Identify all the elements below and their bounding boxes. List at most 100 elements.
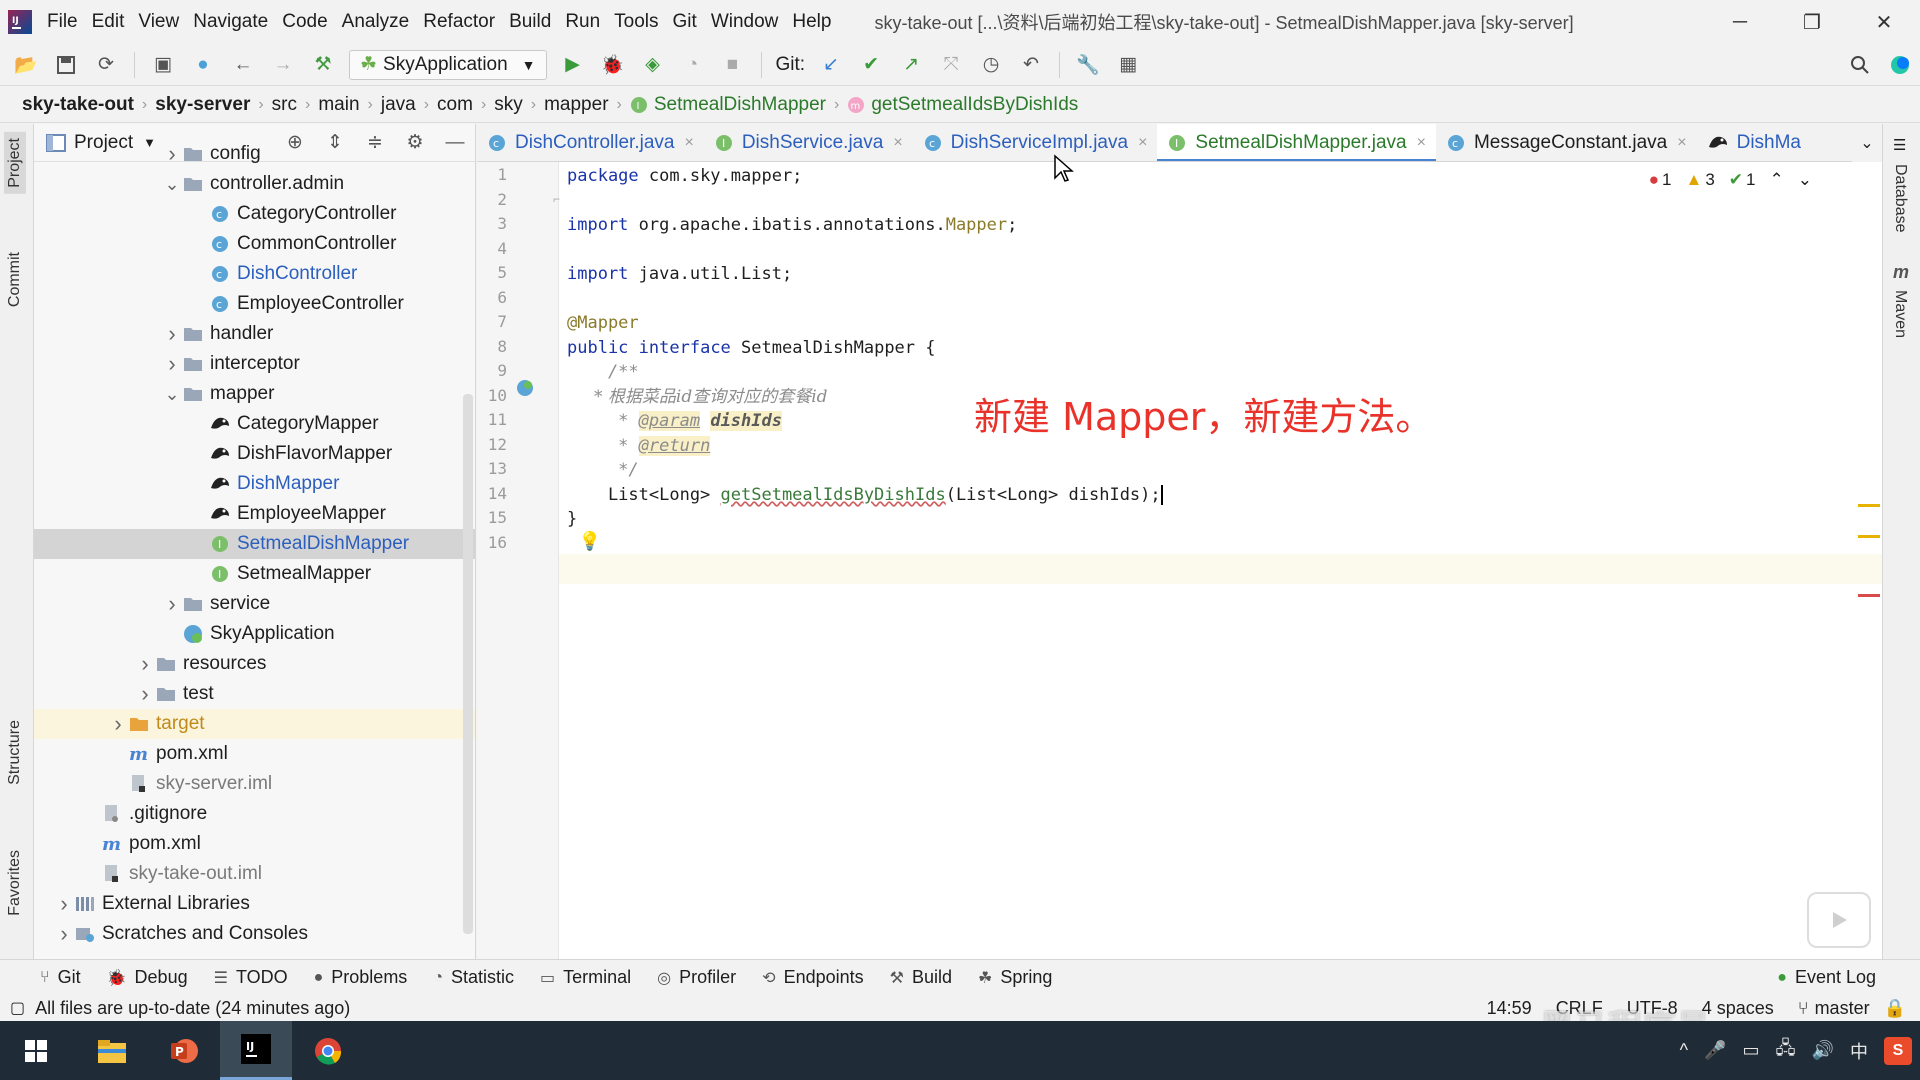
warning-stripe[interactable] bbox=[1858, 535, 1880, 538]
menu-analyze[interactable]: Analyze bbox=[335, 0, 417, 44]
menu-edit[interactable]: Edit bbox=[85, 0, 132, 44]
menu-run[interactable]: Run bbox=[558, 0, 607, 44]
stop-icon[interactable]: ■ bbox=[716, 48, 750, 82]
code-with-me-icon[interactable] bbox=[1883, 48, 1917, 82]
editor-tab[interactable]: c MessageConstant.java × bbox=[1436, 124, 1697, 161]
tree-item[interactable]: › service bbox=[34, 589, 475, 619]
caret-position[interactable]: 14:59 bbox=[1487, 998, 1532, 1019]
chevron-right-icon[interactable]: › bbox=[135, 651, 155, 677]
breadcrumb-item[interactable]: sky-server bbox=[151, 94, 254, 116]
volume-icon[interactable]: 🔊 bbox=[1812, 1040, 1834, 1061]
search-icon[interactable] bbox=[1843, 48, 1877, 82]
restore-icon[interactable]: ❐ bbox=[1776, 0, 1848, 44]
breadcrumb-item[interactable]: src bbox=[268, 94, 301, 116]
settings-wrench-icon[interactable]: 🔧 bbox=[1071, 48, 1105, 82]
open-folder-icon[interactable]: 📂 bbox=[9, 48, 43, 82]
intellij-taskbar-icon[interactable]: IJ bbox=[220, 1021, 292, 1080]
git-push-icon[interactable]: ↗ bbox=[894, 48, 928, 82]
profile-icon[interactable]: ◔ bbox=[676, 48, 710, 82]
chevron-right-icon[interactable]: › bbox=[135, 681, 155, 707]
chevron-right-icon[interactable]: › bbox=[162, 351, 182, 377]
build-tool-button[interactable]: ⚒ Build bbox=[890, 967, 952, 988]
close-tab-icon[interactable]: × bbox=[1138, 134, 1147, 152]
maven-tool-tab[interactable]: Maven bbox=[1891, 290, 1909, 338]
problems-tool-button[interactable]: ● Problems bbox=[314, 967, 408, 988]
lightbulb-icon[interactable]: 💡 bbox=[579, 530, 601, 552]
tree-item[interactable]: CategoryMapper bbox=[34, 409, 475, 439]
git-merge-icon[interactable]: ⤧ bbox=[934, 48, 968, 82]
tree-item[interactable]: .gitignore bbox=[34, 799, 475, 829]
tree-item[interactable]: › interceptor bbox=[34, 349, 475, 379]
chevron-right-icon[interactable]: › bbox=[54, 891, 74, 917]
tree-item[interactable]: c CategoryController bbox=[34, 199, 475, 229]
project-structure-folder-icon[interactable]: ▦ bbox=[1111, 48, 1145, 82]
breadcrumb-item[interactable]: I SetmealDishMapper bbox=[626, 94, 830, 116]
editor-tab[interactable]: I SetmealDishMapper.java × bbox=[1157, 124, 1436, 161]
run-icon[interactable]: ▶ bbox=[556, 48, 590, 82]
network-icon[interactable]: 🖧 bbox=[1776, 1036, 1796, 1066]
sync-icon[interactable]: ⟳ bbox=[89, 48, 123, 82]
tree-item[interactable]: sky-server.iml bbox=[34, 769, 475, 799]
lock-icon[interactable]: 🔒 bbox=[1884, 998, 1906, 1019]
tree-item[interactable]: › External Libraries bbox=[34, 889, 475, 919]
forward-icon[interactable]: → bbox=[266, 48, 300, 82]
statistic-tool-button[interactable]: ◔ Statistic bbox=[433, 967, 514, 988]
breadcrumb-item[interactable]: m getSetmealIdsByDishIds bbox=[843, 94, 1082, 116]
breadcrumb-item[interactable]: sky-take-out bbox=[18, 94, 138, 116]
rollback-icon[interactable]: ↶ bbox=[1014, 48, 1048, 82]
debug-icon[interactable]: 🐞 bbox=[596, 48, 630, 82]
endpoints-tool-button[interactable]: ⟲ Endpoints bbox=[762, 967, 863, 988]
coverage-icon[interactable]: ◈ bbox=[636, 48, 670, 82]
editor-tab[interactable]: c DishController.java × bbox=[477, 124, 704, 161]
tree-item[interactable]: I SetmealMapper bbox=[34, 559, 475, 589]
menu-refactor[interactable]: Refactor bbox=[416, 0, 502, 44]
code-editor[interactable]: 1 2 3 4 5 6 7 8 9 10 11 12 13 14 15 16 💡 ⌐ package com.… bbox=[477, 154, 1882, 959]
close-tab-icon[interactable]: × bbox=[1677, 134, 1686, 152]
tree-item[interactable]: m pom.xml bbox=[34, 739, 475, 769]
git-update-icon[interactable]: ↙ bbox=[814, 48, 848, 82]
tree-item[interactable]: SkyApplication bbox=[34, 619, 475, 649]
chrome-icon[interactable] bbox=[292, 1021, 364, 1080]
menu-window[interactable]: Window bbox=[704, 0, 786, 44]
tree-item[interactable]: › test bbox=[34, 679, 475, 709]
tree-item[interactable]: › resources bbox=[34, 649, 475, 679]
chevron-right-icon[interactable]: › bbox=[162, 321, 182, 347]
chevron-right-icon[interactable]: › bbox=[108, 711, 128, 737]
next-highlight-icon[interactable]: ⌄ bbox=[1798, 170, 1812, 190]
git-branch[interactable]: master bbox=[1815, 998, 1870, 1019]
chevron-down-icon[interactable]: ⌄ bbox=[162, 384, 182, 405]
class-icon[interactable]: ● bbox=[186, 48, 220, 82]
close-icon[interactable]: ✕ bbox=[1848, 0, 1920, 44]
editor-tab[interactable]: DishMa bbox=[1697, 124, 1811, 161]
tree-item[interactable]: sky-take-out.iml bbox=[34, 859, 475, 889]
tree-item[interactable]: c DishController bbox=[34, 259, 475, 289]
breadcrumb-item[interactable]: com bbox=[433, 94, 477, 116]
menu-build[interactable]: Build bbox=[502, 0, 558, 44]
menu-help[interactable]: Help bbox=[785, 0, 838, 44]
save-all-icon[interactable] bbox=[49, 48, 83, 82]
error-stripe[interactable] bbox=[1858, 594, 1880, 597]
tree-item[interactable]: c CommonController bbox=[34, 229, 475, 259]
database-tool-tab[interactable]: Database bbox=[1891, 164, 1909, 233]
menu-file[interactable]: File bbox=[40, 0, 85, 44]
tree-item[interactable]: EmployeeMapper bbox=[34, 499, 475, 529]
menu-git[interactable]: Git bbox=[666, 0, 704, 44]
spring-tool-button[interactable]: ☘ Spring bbox=[978, 967, 1052, 988]
profiler-tool-button[interactable]: ◎ Profiler bbox=[657, 967, 736, 988]
todo-tool-button[interactable]: ☰ TODO bbox=[214, 967, 288, 988]
tree-item[interactable]: DishFlavorMapper bbox=[34, 439, 475, 469]
breadcrumb-item[interactable]: sky bbox=[490, 94, 527, 116]
tree-item[interactable]: › Scratches and Consoles bbox=[34, 919, 475, 949]
previous-highlight-icon[interactable]: ⌃ bbox=[1770, 170, 1784, 190]
powerpoint-icon[interactable]: P bbox=[148, 1021, 220, 1080]
windows-start-icon[interactable] bbox=[0, 1021, 72, 1080]
file-explorer-icon[interactable] bbox=[76, 1021, 148, 1080]
project-tool-tab[interactable]: Project bbox=[4, 132, 26, 194]
microphone-icon[interactable]: 🎤 bbox=[1704, 1040, 1726, 1061]
editor-tab[interactable]: I DishService.java × bbox=[704, 124, 913, 161]
indent-setting[interactable]: 4 spaces bbox=[1702, 998, 1774, 1019]
menu-navigate[interactable]: Navigate bbox=[186, 0, 275, 44]
run-configuration-select[interactable]: ☘ SkyApplication ▼ bbox=[349, 49, 547, 80]
tray-chevron-icon[interactable]: ^ bbox=[1680, 1040, 1688, 1061]
ime-indicator[interactable]: 中 bbox=[1850, 1038, 1868, 1064]
